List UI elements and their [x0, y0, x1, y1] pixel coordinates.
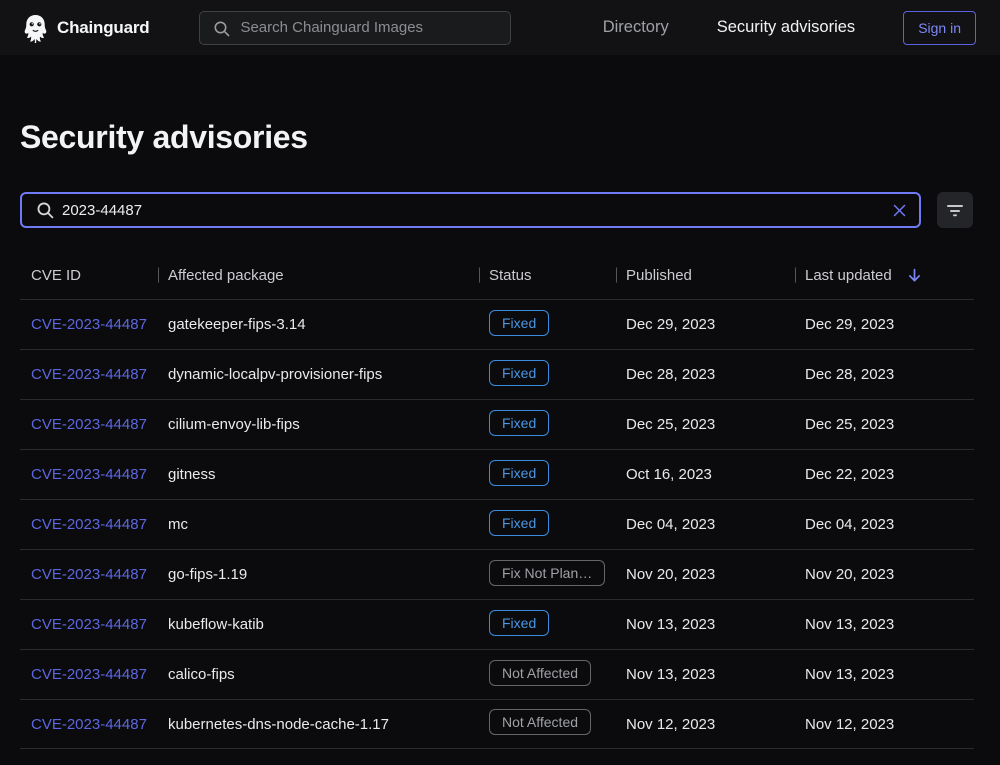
cve-link[interactable]: CVE-2023-44487 [31, 516, 147, 533]
main-content: Security advisories [20, 119, 974, 749]
cve-link[interactable]: CVE-2023-44487 [31, 566, 147, 583]
navbar-search [199, 11, 511, 45]
cve-link[interactable]: CVE-2023-44487 [31, 416, 147, 433]
cve-link[interactable]: CVE-2023-44487 [31, 666, 147, 683]
nav-link-directory[interactable]: Directory [603, 18, 669, 37]
cve-link[interactable]: CVE-2023-44487 [31, 466, 147, 483]
advisories-table: CVE ID Affected package Status Published… [20, 251, 974, 749]
chainguard-logo[interactable]: Chainguard [22, 13, 149, 43]
table-row: CVE-2023-44487 go-fips-1.19 Fix Not Plan… [20, 549, 974, 599]
page-title: Security advisories [20, 119, 974, 156]
last-updated-cell: Dec 22, 2023 [795, 466, 974, 483]
table-row: CVE-2023-44487 dynamic-localpv-provision… [20, 349, 974, 399]
navbar-search-input[interactable] [200, 12, 510, 44]
advisory-search [20, 192, 921, 228]
published-cell: Nov 13, 2023 [616, 666, 795, 683]
table-row: CVE-2023-44487 gitness Fixed Oct 16, 202… [20, 449, 974, 499]
close-icon [892, 203, 907, 218]
search-icon [36, 201, 55, 225]
nav-link-security-advisories[interactable]: Security advisories [717, 18, 855, 37]
affected-package-cell: mc [158, 516, 479, 533]
status-badge: Fixed [489, 510, 549, 536]
status-badge: Fixed [489, 360, 549, 386]
column-header-cve-id[interactable]: CVE ID [20, 267, 158, 284]
cve-link[interactable]: CVE-2023-44487 [31, 366, 147, 383]
last-updated-cell: Nov 13, 2023 [795, 616, 974, 633]
cve-link[interactable]: CVE-2023-44487 [31, 316, 147, 333]
table-row: CVE-2023-44487 gatekeeper-fips-3.14 Fixe… [20, 299, 974, 349]
table-row: CVE-2023-44487 kubeflow-katib Fixed Nov … [20, 599, 974, 649]
published-cell: Nov 12, 2023 [616, 716, 795, 733]
last-updated-cell: Dec 25, 2023 [795, 416, 974, 433]
column-header-published[interactable]: Published [616, 267, 795, 284]
search-icon [213, 20, 231, 43]
cve-link[interactable]: CVE-2023-44487 [31, 716, 147, 733]
nav-links: Directory Security advisories [603, 18, 856, 37]
status-badge: Fixed [489, 460, 549, 486]
affected-package-cell: cilium-envoy-lib-fips [158, 416, 479, 433]
arrow-down-icon [906, 267, 923, 284]
brand-name: Chainguard [57, 18, 149, 38]
affected-package-cell: calico-fips [158, 666, 479, 683]
table-row: CVE-2023-44487 calico-fips Not Affected … [20, 649, 974, 699]
status-badge: Fixed [489, 310, 549, 336]
sign-in-button[interactable]: Sign in [903, 11, 976, 45]
column-header-status[interactable]: Status [479, 267, 616, 284]
column-header-affected-package[interactable]: Affected package [158, 267, 479, 284]
affected-package-cell: gatekeeper-fips-3.14 [158, 316, 479, 333]
published-cell: Dec 04, 2023 [616, 516, 795, 533]
octopus-icon [22, 13, 49, 43]
last-updated-cell: Nov 13, 2023 [795, 666, 974, 683]
last-updated-cell: Dec 28, 2023 [795, 366, 974, 383]
clear-search-button[interactable] [887, 198, 911, 222]
affected-package-cell: gitness [158, 466, 479, 483]
published-cell: Oct 16, 2023 [616, 466, 795, 483]
published-cell: Nov 20, 2023 [616, 566, 795, 583]
published-cell: Nov 13, 2023 [616, 616, 795, 633]
last-updated-cell: Nov 12, 2023 [795, 716, 974, 733]
filter-icon [946, 203, 964, 217]
status-badge: Fixed [489, 610, 549, 636]
affected-package-cell: go-fips-1.19 [158, 566, 479, 583]
affected-package-cell: dynamic-localpv-provisioner-fips [158, 366, 479, 383]
published-cell: Dec 25, 2023 [616, 416, 795, 433]
status-badge: Not Affected [489, 709, 591, 735]
affected-package-cell: kubernetes-dns-node-cache-1.17 [158, 716, 479, 733]
affected-package-cell: kubeflow-katib [158, 616, 479, 633]
advisory-search-input[interactable] [22, 194, 919, 226]
cve-link[interactable]: CVE-2023-44487 [31, 616, 147, 633]
last-updated-cell: Dec 29, 2023 [795, 316, 974, 333]
table-row: CVE-2023-44487 mc Fixed Dec 04, 2023 Dec… [20, 499, 974, 549]
filter-button[interactable] [937, 192, 973, 228]
table-row: CVE-2023-44487 cilium-envoy-lib-fips Fix… [20, 399, 974, 449]
status-badge: Fix Not Plan… [489, 560, 605, 586]
last-updated-cell: Dec 04, 2023 [795, 516, 974, 533]
last-updated-cell: Nov 20, 2023 [795, 566, 974, 583]
status-badge: Not Affected [489, 660, 591, 686]
filter-row [20, 192, 974, 228]
published-cell: Dec 29, 2023 [616, 316, 795, 333]
advisory-table-body: CVE-2023-44487 gatekeeper-fips-3.14 Fixe… [20, 299, 974, 749]
column-header-last-updated[interactable]: Last updated [795, 267, 974, 284]
navbar: Chainguard Directory Security advisories… [0, 0, 1000, 55]
table-row: CVE-2023-44487 kubernetes-dns-node-cache… [20, 699, 974, 749]
table-header-row: CVE ID Affected package Status Published… [20, 251, 974, 299]
status-badge: Fixed [489, 410, 549, 436]
published-cell: Dec 28, 2023 [616, 366, 795, 383]
